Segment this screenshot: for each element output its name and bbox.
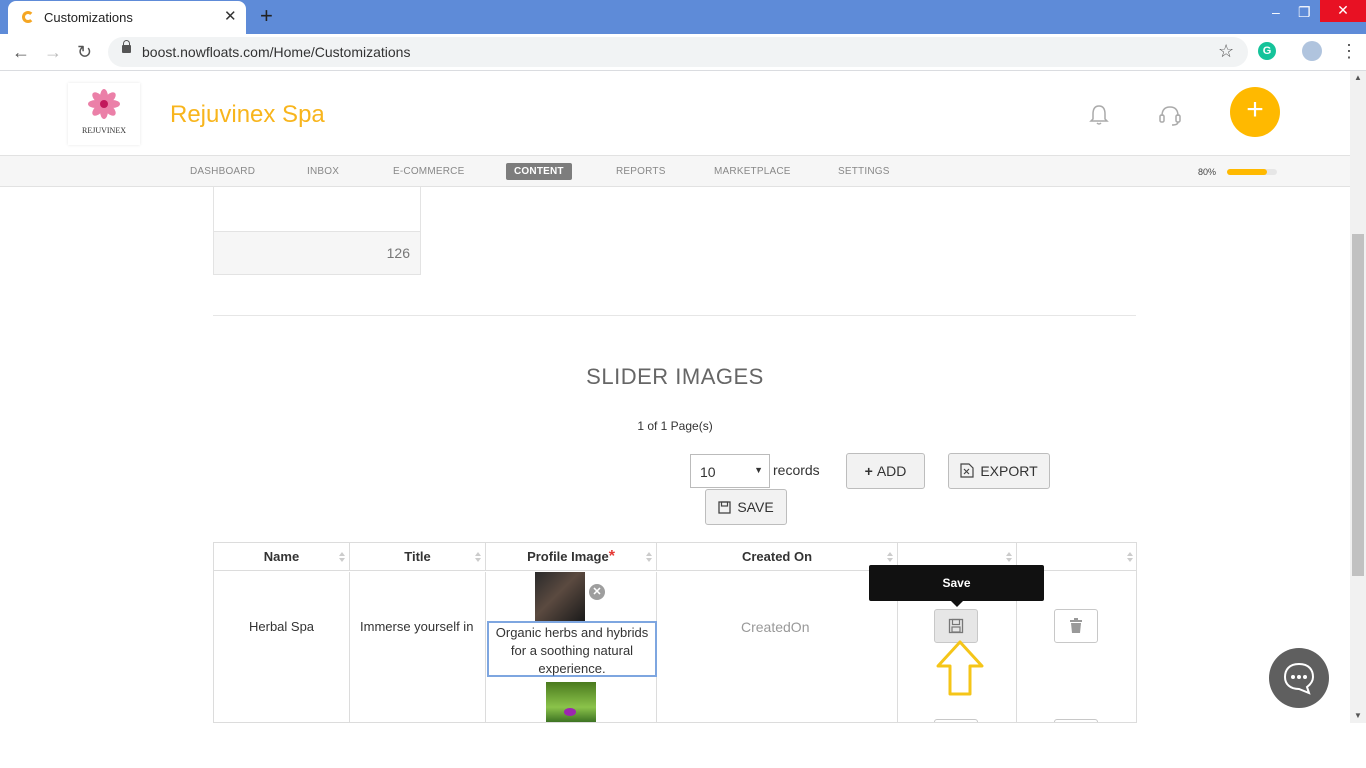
nav-ecommerce[interactable]: E-COMMERCE [393,166,464,177]
favicon-icon [22,11,34,23]
main-nav: DASHBOARD INBOX E-COMMERCE CONTENT REPOR… [0,155,1350,187]
minimize-icon[interactable]: – [1272,4,1280,20]
nav-reports[interactable]: REPORTS [616,166,666,177]
nav-settings[interactable]: SETTINGS [838,166,890,177]
row-created-on: CreatedOn [741,619,810,635]
window-close-button[interactable]: ✕ [1320,0,1366,22]
scroll-down-icon[interactable]: ▼ [1354,711,1362,720]
table-column [214,572,350,722]
grammarly-extension-icon[interactable]: G [1258,42,1276,60]
floppy-disk-icon [948,618,964,634]
required-marker: * [608,548,615,565]
row-delete-button[interactable] [1054,719,1098,722]
save-tooltip: Save [869,565,1044,607]
profile-progress-fill [1227,169,1267,175]
save-all-button[interactable]: SAVE [705,489,787,525]
scroll-thumb[interactable] [1352,234,1364,576]
app-header: REJUVINEX Rejuvinex Spa + [0,71,1350,155]
browser-menu-icon[interactable]: ⋮ [1340,41,1358,62]
browser-tab[interactable]: Customizations ✕ [8,1,246,34]
row-delete-button[interactable] [1054,609,1098,643]
image-description-input[interactable]: Organic herbs and hybrids for a soothing… [487,621,657,677]
annotation-arrow-up-icon [936,640,984,696]
row-name: Herbal Spa [249,619,315,634]
column-header-name[interactable]: Name [214,543,350,571]
url-text: boost.nowfloats.com/Home/Customizations [142,44,411,60]
records-label: records [773,462,820,478]
column-header-title[interactable]: Title [350,543,486,571]
row-save-button[interactable] [934,609,978,643]
export-button[interactable]: EXPORT [948,453,1050,489]
remove-image-icon[interactable]: ✕ [589,584,605,600]
content-card: 126 [213,187,421,275]
profile-progress-label: 80% [1198,167,1217,177]
bookmark-star-icon[interactable]: ☆ [1218,41,1234,62]
logo-text: REJUVINEX [82,126,126,135]
nav-marketplace[interactable]: MARKETPLACE [714,166,791,177]
page-scrollbar[interactable]: ▲ ▼ [1350,71,1366,723]
records-select-value: 10 [700,464,716,480]
lock-icon [122,40,131,53]
sort-icon[interactable] [1127,552,1133,562]
support-headset-icon[interactable] [1158,104,1182,126]
trash-icon [1070,618,1082,633]
floppy-disk-icon [718,501,731,514]
profile-image-thumbnail[interactable] [535,572,585,621]
nav-content[interactable]: CONTENT [506,163,572,180]
scroll-up-icon[interactable]: ▲ [1354,73,1362,82]
profile-image-thumbnail[interactable] [546,682,596,722]
address-bar[interactable]: boost.nowfloats.com/Home/Customizations … [108,37,1248,67]
chat-bubble-icon [1283,662,1315,695]
business-logo[interactable]: REJUVINEX [68,83,140,145]
plus-icon: + [864,463,873,479]
card-count: 126 [386,245,410,261]
section-title: SLIDER IMAGES [586,364,764,389]
sort-icon[interactable] [339,552,345,562]
table-column [350,572,486,722]
row-title[interactable]: Immerse yourself in [360,619,476,634]
orchid-decor [564,708,576,716]
pagination-info: 1 of 1 Page(s) [637,419,713,433]
business-name[interactable]: Rejuvinex Spa [170,101,325,129]
quick-add-button[interactable]: + [1230,87,1280,137]
bell-icon[interactable] [1088,104,1110,126]
nav-inbox[interactable]: INBOX [307,166,339,177]
profile-progress-bar[interactable] [1227,169,1277,175]
new-tab-icon[interactable]: + [260,5,273,27]
close-tab-icon[interactable]: ✕ [224,7,237,25]
chat-support-button[interactable] [1269,648,1329,708]
save-all-button-label: SAVE [737,499,774,515]
column-header-created-on[interactable]: Created On [657,543,898,571]
forward-icon[interactable]: → [44,42,62,63]
browser-toolbar: ← → ↻ boost.nowfloats.com/Home/Customiza… [0,34,1366,71]
add-button-label: ADD [876,463,907,479]
sort-icon[interactable] [1006,552,1012,562]
restore-icon[interactable]: ❐ [1298,4,1311,21]
excel-file-icon [960,463,974,478]
row-save-button[interactable] [934,719,978,722]
tab-title: Customizations [44,10,133,25]
table-column [657,572,898,722]
export-button-label: EXPORT [980,463,1038,479]
lotus-logo-icon [88,89,120,119]
back-icon[interactable]: ← [12,42,30,63]
sort-icon[interactable] [475,552,481,562]
caret-down-icon: ▼ [754,465,763,475]
records-per-page-select[interactable]: 10 ▼ [690,454,770,488]
add-button[interactable]: + ADD [846,453,925,489]
profile-avatar[interactable] [1302,41,1322,61]
section-divider [213,315,1136,316]
card-footer: 126 [214,231,420,274]
sort-icon[interactable] [646,552,652,562]
nav-dashboard[interactable]: DASHBOARD [190,166,255,177]
browser-tab-bar: Customizations ✕ + – ❐ ✕ [0,0,1366,34]
reload-icon[interactable]: ↻ [77,42,92,63]
column-header-profile-image[interactable]: Profile Image* [486,543,657,571]
sort-icon[interactable] [887,552,893,562]
